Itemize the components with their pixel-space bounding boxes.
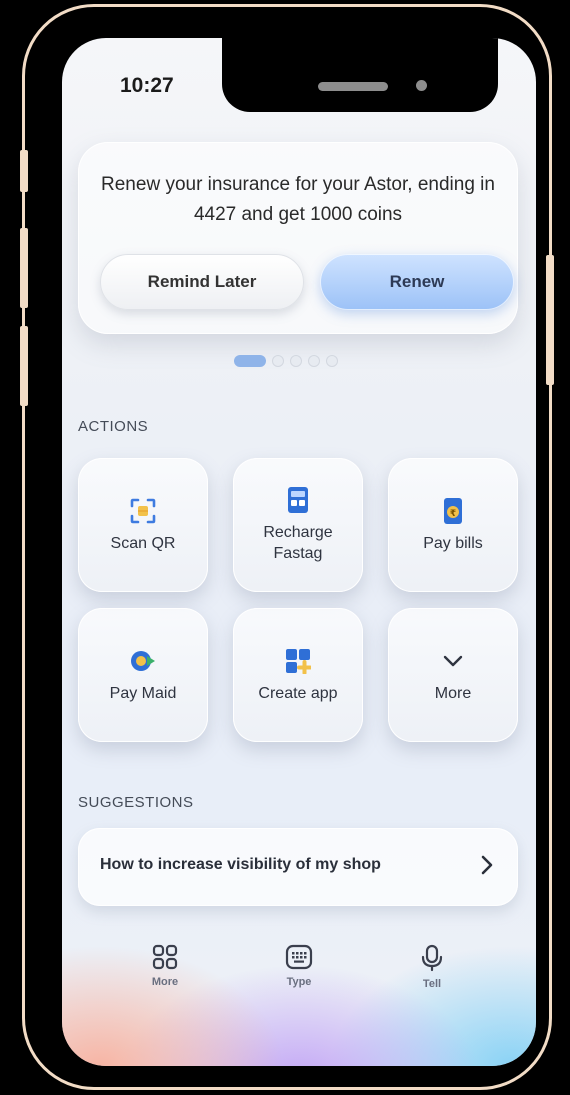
action-label: Create app (258, 684, 338, 702)
status-time: 10:27 (120, 74, 174, 97)
pay-maid-icon (129, 647, 157, 675)
suggestion-label: How to increase visibility of my shop (100, 856, 381, 873)
nav-label: Type (286, 976, 312, 988)
promo-message: Renew your insurance for your Astor, end… (101, 174, 495, 225)
pager-dot[interactable] (290, 355, 302, 367)
pager-dot[interactable] (308, 355, 320, 367)
nav-label: More (151, 976, 179, 988)
insurance-promo-card: Renew your insurance for your Astor, end… (78, 142, 518, 334)
action-pay-bills[interactable]: ₹ Pay bills (388, 458, 518, 592)
pager-dot[interactable] (272, 355, 284, 367)
action-label: Scan QR (110, 534, 176, 552)
pager-dot-active[interactable] (234, 355, 266, 367)
carousel-pager[interactable] (234, 355, 338, 367)
fastag-icon (284, 486, 312, 514)
keyboard-icon (285, 944, 313, 970)
remind-later-button[interactable]: Remind Later (100, 254, 304, 310)
action-pay-maid[interactable]: Pay Maid (78, 608, 208, 742)
renew-button[interactable]: Renew (320, 254, 514, 310)
phone-side-button (20, 326, 28, 406)
chevron-down-icon (439, 647, 467, 675)
scan-qr-icon (129, 497, 157, 525)
action-label: Pay bills (423, 534, 483, 552)
bottom-nav: More Type Tell (62, 944, 536, 1014)
nav-tell[interactable]: Tell (392, 944, 472, 990)
nav-type[interactable]: Type (259, 944, 339, 988)
notch (222, 38, 498, 112)
microphone-icon (421, 944, 443, 972)
action-recharge-fastag[interactable]: Recharge Fastag (233, 458, 363, 592)
suggestions-title: SUGGESTIONS (78, 794, 194, 811)
suggestion-item[interactable]: How to increase visibility of my shop (78, 828, 518, 906)
nav-label: Tell (422, 978, 442, 990)
grid-icon (152, 944, 178, 970)
phone-side-button (20, 228, 28, 308)
action-scan-qr[interactable]: Scan QR (78, 458, 208, 592)
create-app-icon (284, 647, 312, 675)
chevron-right-icon (481, 855, 493, 875)
phone-screen: 10:27 Renew your insurance for your Asto… (62, 38, 536, 1066)
action-label: Recharge Fastag (263, 524, 333, 562)
front-camera (416, 80, 427, 91)
bill-icon: ₹ (439, 497, 467, 525)
action-label: More (434, 684, 472, 702)
phone-side-button (546, 255, 554, 385)
nav-more[interactable]: More (125, 944, 205, 988)
speaker-grille (318, 82, 388, 91)
action-more[interactable]: More (388, 608, 518, 742)
action-create-app[interactable]: Create app (233, 608, 363, 742)
phone-side-button (20, 150, 28, 192)
actions-title: ACTIONS (78, 418, 149, 435)
svg-text:₹: ₹ (450, 509, 456, 519)
pager-dot[interactable] (326, 355, 338, 367)
action-label: Pay Maid (109, 684, 177, 702)
